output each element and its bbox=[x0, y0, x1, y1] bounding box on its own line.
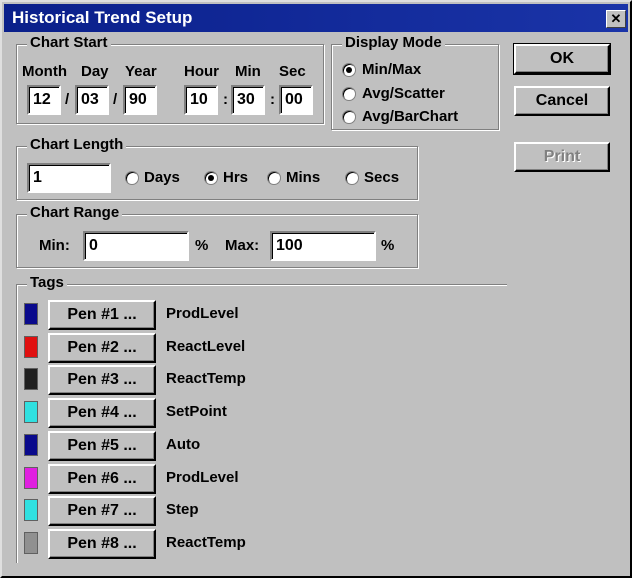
chart-length-group: Chart Length 1 Days Hrs Mins Secs bbox=[16, 136, 418, 200]
min-field[interactable]: 30 bbox=[231, 85, 265, 115]
max-unit-label: % bbox=[381, 237, 395, 254]
pen-2-button[interactable]: Pen #2 ... bbox=[48, 333, 156, 363]
pen-tag-name: ProdLevel bbox=[166, 305, 239, 322]
pen-tag-name: Step bbox=[166, 501, 199, 518]
display-mode-label: Avg/Scatter bbox=[362, 85, 445, 102]
chart-length-field[interactable]: 1 bbox=[27, 163, 111, 193]
sec-label: Sec bbox=[279, 63, 306, 80]
pen-tag-name: ReactTemp bbox=[166, 370, 246, 387]
month-label: Month bbox=[22, 63, 67, 80]
pen-color-swatch bbox=[24, 532, 38, 554]
pen-tag-name: ReactLevel bbox=[166, 338, 246, 355]
pen-button-label: Pen #3 ... bbox=[67, 371, 137, 388]
month-field[interactable]: 12 bbox=[27, 85, 61, 115]
unit-label: Mins bbox=[286, 169, 321, 186]
chart-range-group: Chart Range Min: 0 % Max: 100 % bbox=[16, 204, 418, 268]
pen-1-button[interactable]: Pen #1 ... bbox=[48, 300, 156, 330]
max-range-label: Max: bbox=[225, 237, 260, 254]
year-field[interactable]: 90 bbox=[123, 85, 157, 115]
pen-color-swatch bbox=[24, 467, 38, 489]
date-separator: / bbox=[113, 91, 118, 108]
pen-button-label: Pen #8 ... bbox=[67, 535, 137, 552]
cancel-label: Cancel bbox=[535, 92, 589, 109]
pen-button-label: Pen #4 ... bbox=[67, 404, 137, 421]
min-range-field[interactable]: 0 bbox=[83, 231, 189, 261]
ok-label: OK bbox=[550, 50, 574, 67]
chart-start-group: Chart Start Month Day Year Hour Min Sec … bbox=[16, 34, 324, 124]
pen-tag-name: ReactTemp bbox=[166, 534, 246, 551]
pen-color-swatch bbox=[24, 368, 38, 390]
time-separator: : bbox=[270, 91, 275, 108]
display-mode-group: Display Mode Min/Max Avg/Scatter Avg/Bar… bbox=[331, 34, 499, 130]
pen-button-label: Pen #5 ... bbox=[67, 437, 137, 454]
display-mode-label: Avg/BarChart bbox=[362, 108, 459, 125]
radio-days[interactable] bbox=[125, 171, 139, 185]
pen-8-button[interactable]: Pen #8 ... bbox=[48, 529, 156, 559]
pen-tag-name: ProdLevel bbox=[166, 469, 239, 486]
pen-button-label: Pen #7 ... bbox=[67, 502, 137, 519]
tags-title: Tags bbox=[27, 274, 67, 291]
pen-6-button[interactable]: Pen #6 ... bbox=[48, 464, 156, 494]
pen-tag-name: Auto bbox=[166, 436, 201, 453]
radio-secs[interactable] bbox=[345, 171, 359, 185]
ok-button[interactable]: OK bbox=[513, 43, 611, 75]
pen-button-label: Pen #1 ... bbox=[67, 306, 137, 323]
chart-start-title: Chart Start bbox=[27, 34, 111, 51]
window-title: Historical Trend Setup bbox=[12, 8, 193, 27]
title-bar[interactable]: Historical Trend Setup ✕ bbox=[4, 4, 628, 32]
print-label: Print bbox=[543, 148, 581, 165]
radio-mins[interactable] bbox=[267, 171, 281, 185]
pen-color-swatch bbox=[24, 434, 38, 456]
year-label: Year bbox=[125, 63, 157, 80]
radio-avg-scatter[interactable] bbox=[342, 87, 356, 101]
pen-tag-name: SetPoint bbox=[166, 403, 227, 420]
hour-label: Hour bbox=[184, 63, 219, 80]
close-button[interactable]: ✕ bbox=[606, 10, 626, 28]
close-icon: ✕ bbox=[610, 11, 622, 26]
unit-label: Hrs bbox=[223, 169, 249, 186]
pen-7-button[interactable]: Pen #7 ... bbox=[48, 496, 156, 526]
pen-color-swatch bbox=[24, 401, 38, 423]
pen-color-swatch bbox=[24, 499, 38, 521]
unit-label: Days bbox=[144, 169, 180, 186]
chart-range-title: Chart Range bbox=[27, 204, 123, 221]
day-label: Day bbox=[81, 63, 109, 80]
sec-field[interactable]: 00 bbox=[279, 85, 313, 115]
pen-color-swatch bbox=[24, 303, 38, 325]
time-separator: : bbox=[223, 91, 228, 108]
pen-button-label: Pen #6 ... bbox=[67, 470, 137, 487]
day-field[interactable]: 03 bbox=[75, 85, 109, 115]
hour-field[interactable]: 10 bbox=[184, 85, 218, 115]
historical-trend-setup-dialog: Historical Trend Setup ✕ Chart Start Mon… bbox=[0, 0, 632, 578]
pen-color-swatch bbox=[24, 336, 38, 358]
min-range-label: Min: bbox=[39, 237, 70, 254]
date-separator: / bbox=[65, 91, 70, 108]
pen-3-button[interactable]: Pen #3 ... bbox=[48, 365, 156, 395]
pen-button-label: Pen #2 ... bbox=[67, 339, 137, 356]
pen-4-button[interactable]: Pen #4 ... bbox=[48, 398, 156, 428]
radio-avg-barchart[interactable] bbox=[342, 110, 356, 124]
print-button[interactable]: Print bbox=[514, 142, 610, 172]
radio-hrs[interactable] bbox=[204, 171, 218, 185]
display-mode-title: Display Mode bbox=[342, 34, 445, 51]
chart-length-title: Chart Length bbox=[27, 136, 127, 153]
min-label: Min bbox=[235, 63, 261, 80]
min-unit-label: % bbox=[195, 237, 209, 254]
max-range-field[interactable]: 100 bbox=[270, 231, 376, 261]
radio-min-max[interactable] bbox=[342, 63, 356, 77]
cancel-button[interactable]: Cancel bbox=[514, 86, 610, 116]
unit-label: Secs bbox=[364, 169, 400, 186]
display-mode-label: Min/Max bbox=[362, 61, 422, 78]
pen-5-button[interactable]: Pen #5 ... bbox=[48, 431, 156, 461]
